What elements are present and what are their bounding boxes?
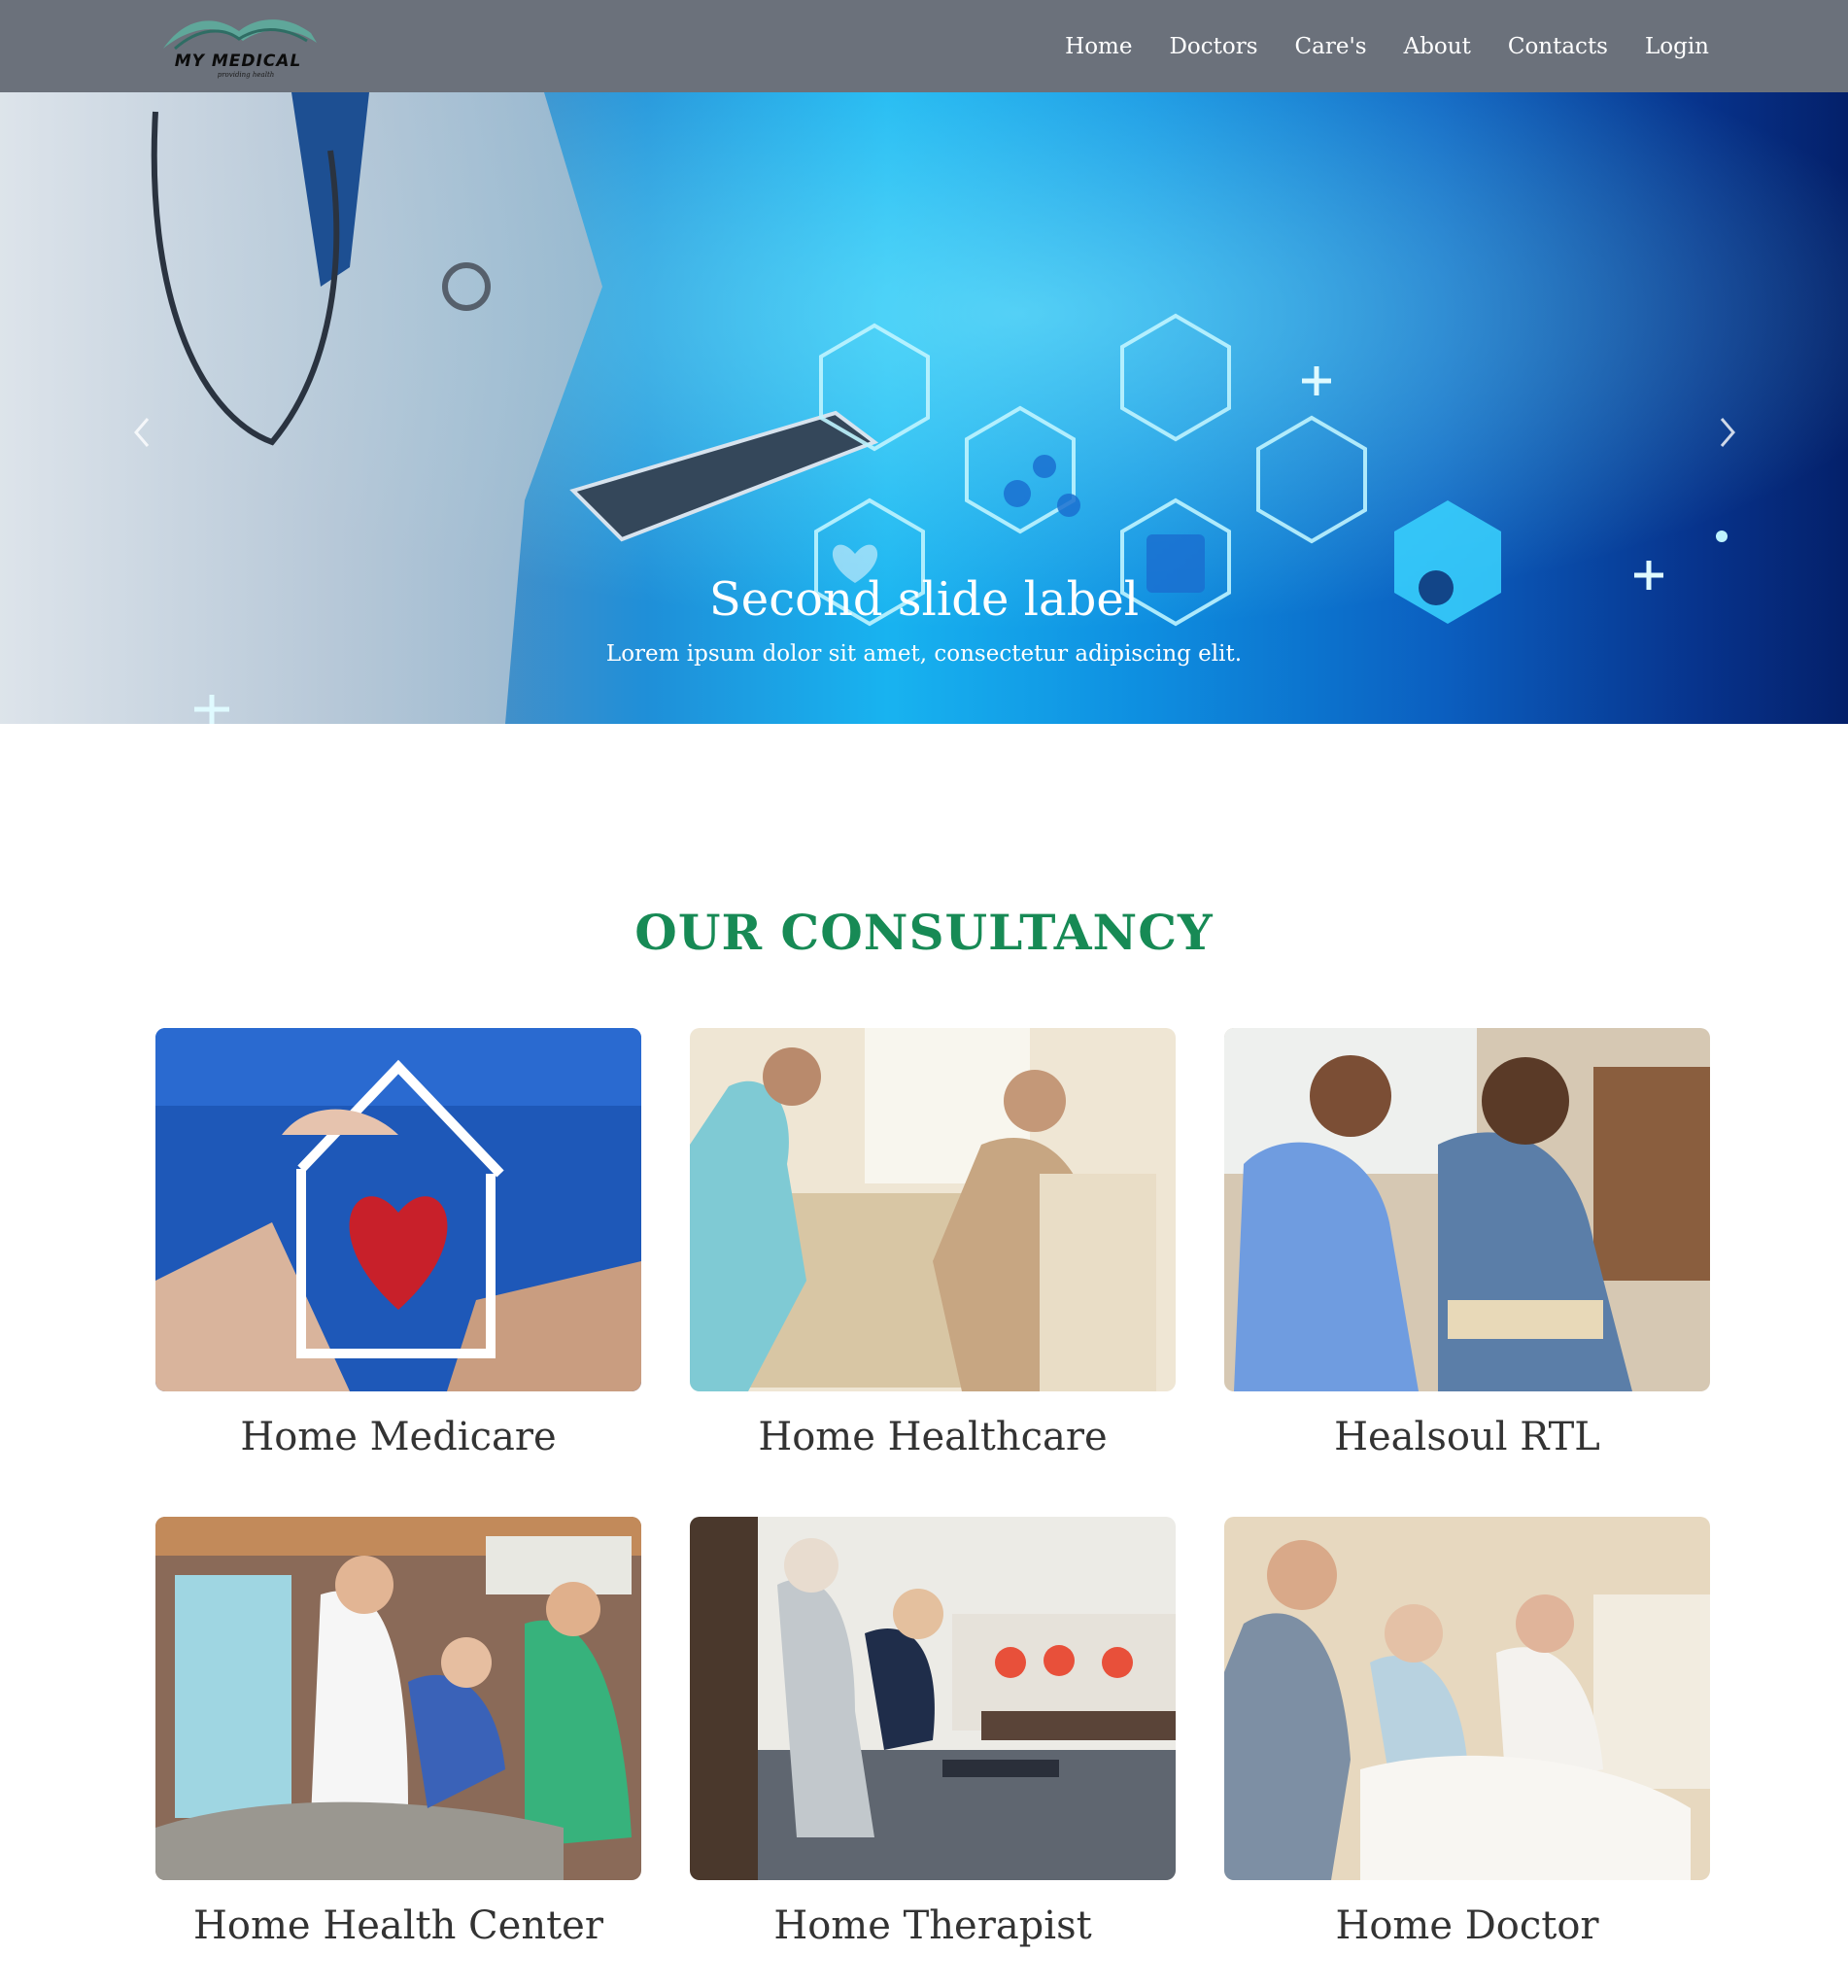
card-image: [690, 1028, 1176, 1391]
card-home-health-center[interactable]: Home Health Center: [155, 1517, 641, 1948]
card-label: Home Medicare: [240, 1415, 557, 1459]
card-home-medicare[interactable]: Home Medicare: [155, 1028, 641, 1459]
card-label: Home Health Center: [193, 1903, 603, 1948]
card-label: Home Healthcare: [758, 1415, 1108, 1459]
card-home-therapist[interactable]: Home Therapist: [690, 1517, 1176, 1948]
nav-about[interactable]: About: [1404, 34, 1471, 59]
card-healsoul-rtl[interactable]: Healsoul RTL: [1224, 1028, 1710, 1459]
nav-cares[interactable]: Care's: [1295, 34, 1367, 59]
navbar: MY MEDICAL providing health Home Doctors…: [0, 0, 1848, 92]
card-image: [1224, 1028, 1710, 1391]
brand-logo[interactable]: MY MEDICAL providing health: [146, 10, 326, 84]
chevron-left-icon: [134, 418, 150, 447]
hero-title: Second slide label: [708, 572, 1140, 627]
card-image: [155, 1517, 641, 1880]
nav-contacts[interactable]: Contacts: [1508, 34, 1608, 59]
nav-home[interactable]: Home: [1065, 34, 1132, 59]
hero-image: [0, 92, 1848, 724]
hero-carousel: Second slide label Lorem ipsum dolor sit…: [0, 92, 1848, 724]
card-label: Healsoul RTL: [1334, 1415, 1600, 1459]
hero-subtitle: Lorem ipsum dolor sit amet, consectetur …: [605, 641, 1243, 667]
card-home-doctor[interactable]: Home Doctor: [1224, 1517, 1710, 1948]
carousel-prev-button[interactable]: [124, 413, 163, 452]
card-label: Home Doctor: [1335, 1903, 1599, 1948]
nav-doctors[interactable]: Doctors: [1169, 34, 1257, 59]
card-image: [690, 1517, 1176, 1880]
card-image: [1224, 1517, 1710, 1880]
carousel-next-button[interactable]: [1706, 413, 1745, 452]
card-image: [155, 1028, 641, 1391]
main-nav: Home Doctors Care's About Contacts Login: [1065, 0, 1709, 92]
card-home-healthcare[interactable]: Home Healthcare: [690, 1028, 1176, 1459]
consultancy-heading: OUR CONSULTANCY: [634, 904, 1214, 961]
chevron-right-icon: [1720, 418, 1735, 447]
card-label: Home Therapist: [773, 1903, 1092, 1948]
nav-login[interactable]: Login: [1645, 34, 1709, 59]
brand-tagline: providing health: [217, 71, 275, 79]
brand-name: MY MEDICAL: [174, 51, 302, 71]
